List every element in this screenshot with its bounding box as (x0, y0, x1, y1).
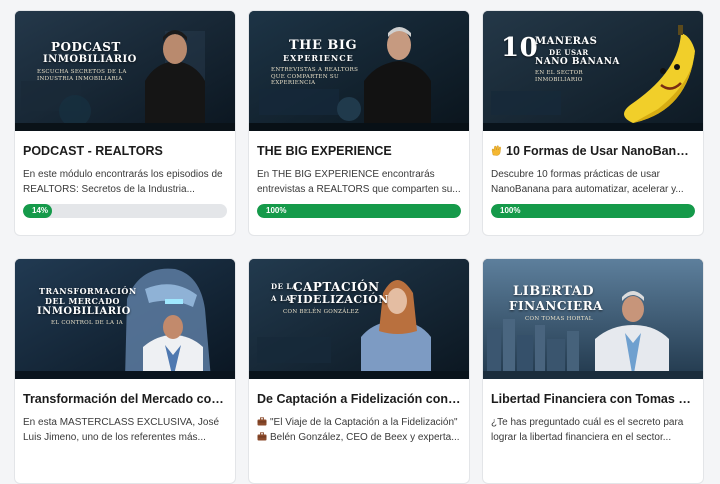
course-title[interactable]: 10 Formas de Usar NanoBanana (491, 143, 695, 159)
thumbnail-title-line1: 10 (501, 33, 539, 63)
description-line: ¿Te has preguntado cuál es el secreto pa… (491, 417, 684, 428)
course-thumbnail: 10 MANERAS DE USAR NANO BANANA EN EL SEC… (483, 11, 703, 131)
description-line: En THE BIG EXPERIENCE encontrarás (257, 169, 435, 180)
course-title-text: 10 Formas de Usar NanoBanana (506, 144, 695, 158)
description-line: "El Viaje de la Captación a la Fidelizac… (257, 415, 461, 430)
raised-hand-emoji-icon (491, 145, 501, 156)
course-card-podcast[interactable]: PODCAST INMOBILIARIO ESCUCHA SECRETOS DE… (14, 10, 236, 236)
course-thumbnail: DE LA CAPTACIÓN A LA FIDELIZACIÓN CON BE… (249, 259, 469, 379)
progress-fill (257, 204, 461, 218)
progress-bar: 100% (257, 204, 461, 218)
course-title[interactable]: Libertad Financiera con Tomas Hortal (491, 391, 695, 407)
thumbnail-title-line4: FIDELIZACIÓN (289, 293, 389, 306)
course-description: ¿Te has preguntado cuál es el secreto pa… (491, 415, 695, 445)
progress-label: 100% (500, 206, 521, 215)
thumbnail-subtitle: CON BELÉN GONZÁLEZ (283, 309, 359, 315)
thumbnail-subtitle: CON TOMAS HORTAL (525, 316, 593, 322)
progress-bar: 100% (491, 204, 695, 218)
thumbnail-title-line1: LIBERTAD (513, 284, 595, 299)
course-card-big-experience[interactable]: THE BIG EXPERIENCE ENTREVISTAS A REALTOR… (248, 10, 470, 236)
thumbnail-subtitle: EL CONTROL DE LA IA (51, 320, 124, 326)
course-card-libertad-financiera[interactable]: LIBERTAD FINANCIERA CON TOMAS HORTAL Lib… (482, 258, 704, 484)
course-description: En THE BIG EXPERIENCE encontrarás entrev… (257, 167, 461, 197)
thumbnail-subtitle: EN EL SECTOR INMOBILIARIO (535, 70, 583, 83)
briefcase-icon (257, 432, 267, 441)
course-thumbnail: PODCAST INMOBILIARIO ESCUCHA SECRETOS DE… (15, 11, 235, 131)
description-line: Luis Jimeno, uno de los referentes más..… (23, 432, 206, 443)
course-description: En este módulo encontrarás los episodios… (23, 167, 227, 197)
thumbnail-title-line3: INMOBILIARIO (37, 306, 131, 317)
course-title[interactable]: THE BIG EXPERIENCE (257, 143, 461, 159)
course-card-nanobanana[interactable]: 10 MANERAS DE USAR NANO BANANA EN EL SEC… (482, 10, 704, 236)
course-card-captacion[interactable]: DE LA CAPTACIÓN A LA FIDELIZACIÓN CON BE… (248, 258, 470, 484)
course-description: "El Viaje de la Captación a la Fidelizac… (257, 415, 461, 445)
description-line: REALTORS: Secretos de la Industria... (23, 184, 195, 195)
thumbnail-title-line2: EXPERIENCE (283, 53, 354, 63)
course-thumbnail: LIBERTAD FINANCIERA CON TOMAS HORTAL (483, 259, 703, 379)
progress-label: 14% (32, 206, 49, 215)
briefcase-icon (257, 417, 267, 426)
course-card-transformacion[interactable]: TRANSFORMACIÓN DEL MERCADO INMOBILIARIO … (14, 258, 236, 484)
course-grid: PODCAST INMOBILIARIO ESCUCHA SECRETOS DE… (14, 10, 704, 484)
progress-fill (491, 204, 695, 218)
thumbnail-title-line2: FINANCIERA (509, 299, 603, 313)
description-line: Descubre 10 formas prácticas de usar (491, 169, 660, 180)
thumbnail-subtitle: ESCUCHA SECRETOS DE LA INDUSTRIA INMOBIL… (37, 69, 127, 82)
thumbnail-title-line4: NANO BANANA (535, 57, 620, 67)
description-line: En esta MASTERCLASS EXCLUSIVA, José (23, 417, 220, 428)
description-line: lograr la libertad financiera en el sect… (491, 432, 672, 443)
description-line: Belén González, CEO de Beex y experta... (257, 430, 461, 445)
thumbnail-title-line2: CAPTACIÓN (293, 280, 380, 294)
thumbnail-title-line3: DE USAR (549, 48, 589, 57)
course-description: Descubre 10 formas prácticas de usar Nan… (491, 167, 695, 197)
course-thumbnail: TRANSFORMACIÓN DEL MERCADO INMOBILIARIO … (15, 259, 235, 379)
progress-bar: 14% (23, 204, 227, 218)
progress-label: 100% (266, 206, 287, 215)
thumbnail-title-line2: INMOBILIARIO (43, 54, 137, 65)
course-title[interactable]: Transformación del Mercado con IA (23, 391, 227, 407)
course-description: En esta MASTERCLASS EXCLUSIVA, José Luis… (23, 415, 227, 445)
thumbnail-title-line1: TRANSFORMACIÓN (39, 286, 137, 296)
description-line: En este módulo encontrarás los episodios… (23, 169, 223, 180)
thumbnail-title-line2: MANERAS (535, 36, 598, 47)
description-text: Belén González, CEO de Beex y experta... (270, 432, 460, 443)
thumbnail-title-line2: DEL MERCADO (45, 296, 121, 306)
thumbnail-subtitle: ENTREVISTAS A REALTORS QUE COMPARTEN SU … (271, 67, 359, 87)
description-line: NanoBanana para automatizar, acelerar y.… (491, 184, 684, 195)
thumbnail-title-line1: PODCAST (51, 40, 121, 54)
description-line: entrevistas a REALTORS que comparten su.… (257, 184, 461, 195)
thumbnail-title-line1: THE BIG (289, 38, 358, 53)
course-title[interactable]: De Captación a Fidelización con Belén (257, 391, 461, 407)
course-title[interactable]: PODCAST - REALTORS (23, 143, 227, 159)
course-thumbnail: THE BIG EXPERIENCE ENTREVISTAS A REALTOR… (249, 11, 469, 131)
description-text: "El Viaje de la Captación a la Fidelizac… (270, 417, 458, 428)
